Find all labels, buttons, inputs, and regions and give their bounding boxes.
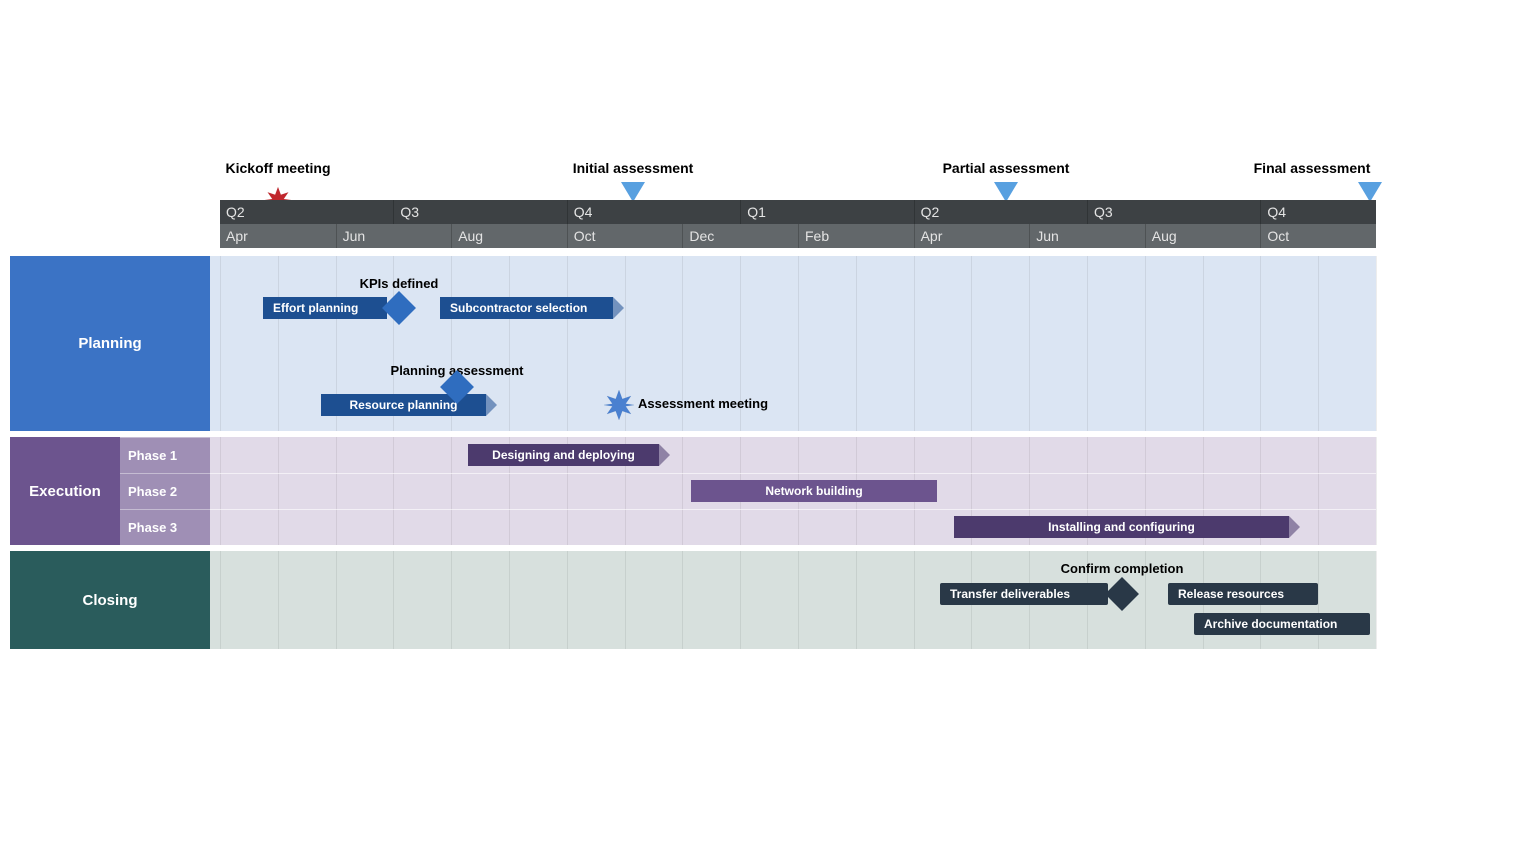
m-cell: Oct bbox=[567, 224, 690, 248]
lane-closing-label: Closing bbox=[83, 592, 138, 609]
task-subcontractor: Subcontractor selection bbox=[440, 297, 613, 319]
assessment-meeting-label: Assessment meeting bbox=[638, 396, 768, 411]
m-cell: Feb bbox=[798, 224, 921, 248]
q-cell: Q2 bbox=[914, 200, 1094, 224]
phase2-label: Phase 2 bbox=[120, 473, 210, 509]
task-subcontractor-label: Subcontractor selection bbox=[450, 301, 587, 315]
q-cell: Q3 bbox=[1087, 200, 1267, 224]
confirm-label: Confirm completion bbox=[1061, 561, 1184, 576]
confirm-diamond-icon bbox=[1105, 577, 1139, 611]
task-designing-label: Designing and deploying bbox=[492, 448, 635, 462]
marker-partial-label: Partial assessment bbox=[943, 160, 1070, 176]
m-cell: Apr bbox=[914, 224, 1037, 248]
task-resource-planning-label: Resource planning bbox=[349, 398, 457, 412]
lane-execution-body: Designing and deploying Network building… bbox=[210, 437, 1376, 545]
kpis-diamond-icon bbox=[382, 291, 416, 325]
task-transfer-label: Transfer deliverables bbox=[950, 587, 1070, 601]
task-effort-planning: Effort planning bbox=[263, 297, 387, 319]
quarter-row: Q2 Q3 Q4 Q1 Q2 Q3 Q4 bbox=[220, 200, 1376, 224]
task-release: Release resources bbox=[1168, 583, 1318, 605]
marker-initial-icon bbox=[621, 182, 645, 202]
task-archive-label: Archive documentation bbox=[1204, 617, 1337, 631]
lane-execution-header: Execution Phase 1 Phase 2 Phase 3 bbox=[10, 437, 210, 545]
marker-final-label: Final assessment bbox=[1254, 160, 1371, 176]
lane-planning-body: KPIs defined Effort planning Subcontract… bbox=[210, 256, 1376, 431]
phase1-label: Phase 1 bbox=[120, 437, 210, 473]
m-cell: Apr bbox=[220, 224, 342, 248]
m-cell: Jun bbox=[336, 224, 459, 248]
phase3-label: Phase 3 bbox=[120, 509, 210, 545]
timeline-header: Q2 Q3 Q4 Q1 Q2 Q3 Q4 Apr Jun Aug Oct Dec… bbox=[220, 200, 1376, 248]
q-cell: Q4 bbox=[1260, 200, 1383, 224]
m-cell: Aug bbox=[451, 224, 574, 248]
gantt-canvas: Kickoff meeting Initial assessment Parti… bbox=[0, 0, 1517, 842]
task-effort-planning-label: Effort planning bbox=[273, 301, 358, 315]
kpis-label: KPIs defined bbox=[360, 276, 439, 291]
lane-execution: Execution Phase 1 Phase 2 Phase 3 Design… bbox=[10, 437, 1376, 545]
q-cell: Q4 bbox=[567, 200, 747, 224]
marker-final-icon bbox=[1358, 182, 1382, 202]
m-cell: Dec bbox=[682, 224, 805, 248]
q-cell: Q3 bbox=[393, 200, 573, 224]
task-designing: Designing and deploying bbox=[468, 444, 659, 466]
task-network: Network building bbox=[691, 480, 937, 502]
m-cell: Oct bbox=[1260, 224, 1383, 248]
task-installing: Installing and configuring bbox=[954, 516, 1289, 538]
q-cell: Q2 bbox=[220, 200, 399, 224]
lane-closing-body: Confirm completion Transfer deliverables… bbox=[210, 551, 1376, 649]
lane-planning-header: Planning bbox=[10, 256, 210, 431]
lane-planning-label: Planning bbox=[78, 335, 141, 352]
marker-kickoff-label: Kickoff meeting bbox=[225, 160, 330, 176]
lane-planning: Planning KPIs defined Effort planning Su… bbox=[10, 256, 1376, 431]
marker-initial-label: Initial assessment bbox=[573, 160, 694, 176]
marker-partial-icon bbox=[994, 182, 1018, 202]
task-release-label: Release resources bbox=[1178, 587, 1284, 601]
lane-closing: Closing Confirm completion Transfer deli… bbox=[10, 551, 1376, 649]
lane-closing-header: Closing bbox=[10, 551, 210, 649]
m-cell: Jun bbox=[1029, 224, 1152, 248]
lane-execution-label: Execution bbox=[10, 483, 120, 500]
task-archive: Archive documentation bbox=[1194, 613, 1370, 635]
task-transfer: Transfer deliverables bbox=[940, 583, 1108, 605]
assessment-meeting-star-icon bbox=[604, 390, 634, 420]
task-installing-label: Installing and configuring bbox=[1048, 520, 1195, 534]
task-network-label: Network building bbox=[765, 484, 862, 498]
month-row: Apr Jun Aug Oct Dec Feb Apr Jun Aug Oct bbox=[220, 224, 1376, 248]
q-cell: Q1 bbox=[740, 200, 920, 224]
m-cell: Aug bbox=[1145, 224, 1268, 248]
